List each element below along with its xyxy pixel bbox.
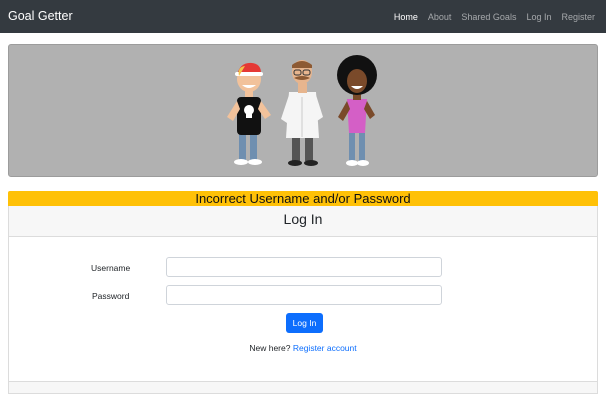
- nav-about[interactable]: About: [428, 12, 452, 22]
- nav-log-in[interactable]: Log In: [526, 12, 551, 22]
- register-prompt: New here?: [249, 343, 291, 353]
- hero-illustration: [227, 55, 377, 166]
- login-card: Log In Username Password Log In New here…: [8, 206, 598, 394]
- register-prompt-line: New here? Register account: [9, 343, 597, 353]
- person-cap-illustration: [227, 62, 271, 165]
- username-label: Username: [91, 263, 131, 273]
- nav-home[interactable]: Home: [394, 12, 418, 22]
- password-input[interactable]: [166, 285, 442, 305]
- brand-logo[interactable]: Goal Getter: [8, 9, 73, 23]
- error-alert: Incorrect Username and/or Password: [8, 191, 598, 206]
- nav-register[interactable]: Register: [561, 12, 595, 22]
- card-footer: [9, 381, 597, 393]
- person-afro-illustration: [337, 55, 377, 166]
- hero-banner: [8, 44, 598, 177]
- password-label: Password: [92, 291, 130, 301]
- login-button[interactable]: Log In: [286, 313, 323, 333]
- top-navbar: Goal Getter Home About Shared Goals Log …: [0, 0, 606, 33]
- main-nav: Home About Shared Goals Log In Register: [394, 12, 595, 22]
- register-account-link[interactable]: Register account: [293, 343, 357, 353]
- login-title: Log In: [9, 206, 597, 237]
- nav-shared-goals[interactable]: Shared Goals: [461, 12, 516, 22]
- username-input[interactable]: [166, 257, 442, 277]
- person-coat-illustration: [281, 60, 323, 166]
